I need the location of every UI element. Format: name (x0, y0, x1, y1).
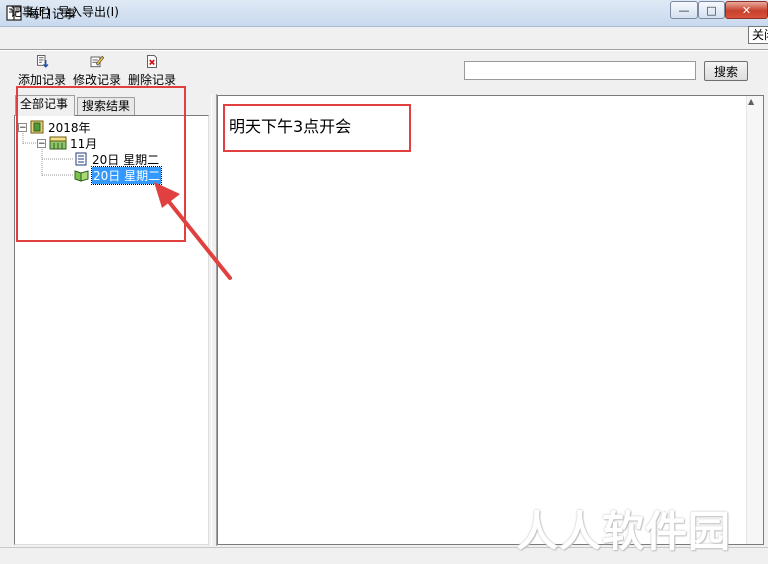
minimize-button[interactable]: — (670, 1, 698, 19)
delete-record-button[interactable]: 删除记录 (126, 54, 178, 88)
delete-record-icon (147, 55, 157, 68)
scroll-up-arrow-icon[interactable]: ▲ (748, 97, 754, 106)
add-record-icon (37, 55, 49, 68)
add-record-button[interactable]: 添加记录 (16, 54, 68, 88)
annotation-arrow-icon (154, 182, 232, 280)
annotation-box-note (223, 104, 411, 152)
search-button[interactable]: 搜索 (704, 61, 748, 81)
watermark: 人人软件园 (516, 507, 732, 556)
maximize-button[interactable]: □ (698, 1, 725, 19)
toolbar-divider (0, 49, 768, 51)
edit-record-icon (90, 55, 105, 68)
edit-record-button[interactable]: 修改记录 (71, 54, 123, 88)
close-button[interactable]: ✕ (725, 1, 768, 19)
vertical-scrollbar[interactable] (746, 96, 763, 544)
note-content-area[interactable] (217, 95, 764, 545)
menu-notes[interactable]: 记事(F) (10, 3, 50, 20)
menu-bar (0, 28, 768, 48)
search-input[interactable] (464, 61, 696, 80)
menu-import-export[interactable]: 导入导出(I) (58, 3, 119, 20)
